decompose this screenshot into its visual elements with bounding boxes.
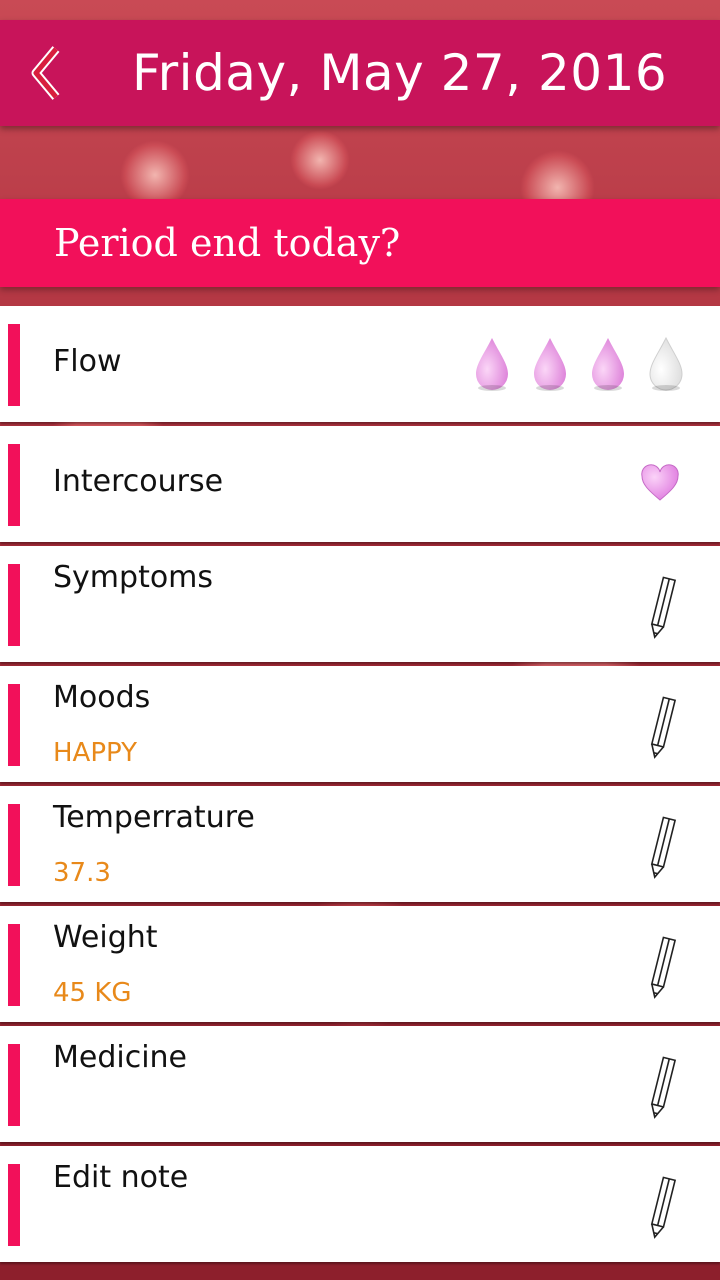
moods-label: Moods xyxy=(53,680,151,715)
edit-note-label: Edit note xyxy=(53,1160,189,1195)
drop-icon[interactable] xyxy=(590,336,626,392)
page-title: Friday, May 27, 2016 xyxy=(132,44,668,102)
edit-note-row[interactable]: Edit note xyxy=(0,1146,720,1262)
weight-label: Weight xyxy=(53,920,158,955)
pencil-icon[interactable] xyxy=(644,936,680,1000)
period-end-banner[interactable]: Period end today? xyxy=(0,199,720,287)
moods-row[interactable]: Moods HAPPY xyxy=(0,666,720,782)
row-accent xyxy=(8,1044,20,1126)
pencil-icon[interactable] xyxy=(644,1056,680,1120)
back-button[interactable] xyxy=(0,20,90,126)
temperature-label: Temperrature xyxy=(53,800,255,835)
drop-icon[interactable] xyxy=(532,336,568,392)
medicine-row[interactable]: Medicine xyxy=(0,1026,720,1142)
symptoms-label: Symptoms xyxy=(53,560,214,595)
pencil-icon[interactable] xyxy=(644,1176,680,1240)
row-accent xyxy=(8,444,20,526)
medicine-label: Medicine xyxy=(53,1040,188,1075)
temperature-row[interactable]: Temperrature 37.3 xyxy=(0,786,720,902)
pencil-icon[interactable] xyxy=(644,816,680,880)
heart-icon[interactable] xyxy=(640,464,680,504)
temperature-value: 37.3 xyxy=(53,858,111,888)
intercourse-row[interactable]: Intercourse xyxy=(0,426,720,542)
row-accent xyxy=(8,924,20,1006)
symptoms-row[interactable]: Symptoms xyxy=(0,546,720,662)
weight-value: 45 KG xyxy=(53,978,132,1008)
row-accent xyxy=(8,324,20,406)
row-accent xyxy=(8,564,20,646)
drop-icon[interactable] xyxy=(474,336,510,392)
drop-icon[interactable] xyxy=(648,336,684,392)
period-end-text: Period end today? xyxy=(54,221,401,265)
moods-value: HAPPY xyxy=(53,738,138,768)
chevron-left-icon xyxy=(31,46,60,100)
row-accent xyxy=(8,804,20,886)
row-accent xyxy=(8,684,20,766)
flow-row[interactable]: Flow xyxy=(0,306,720,422)
row-accent xyxy=(8,1164,20,1246)
intercourse-label: Intercourse xyxy=(53,464,224,499)
pencil-icon[interactable] xyxy=(644,696,680,760)
pencil-icon[interactable] xyxy=(644,576,680,640)
flow-level-selector[interactable] xyxy=(474,336,684,392)
background-bokeh xyxy=(290,130,350,190)
app-header: Friday, May 27, 2016 xyxy=(0,20,720,126)
flow-label: Flow xyxy=(53,344,122,379)
weight-row[interactable]: Weight 45 KG xyxy=(0,906,720,1022)
